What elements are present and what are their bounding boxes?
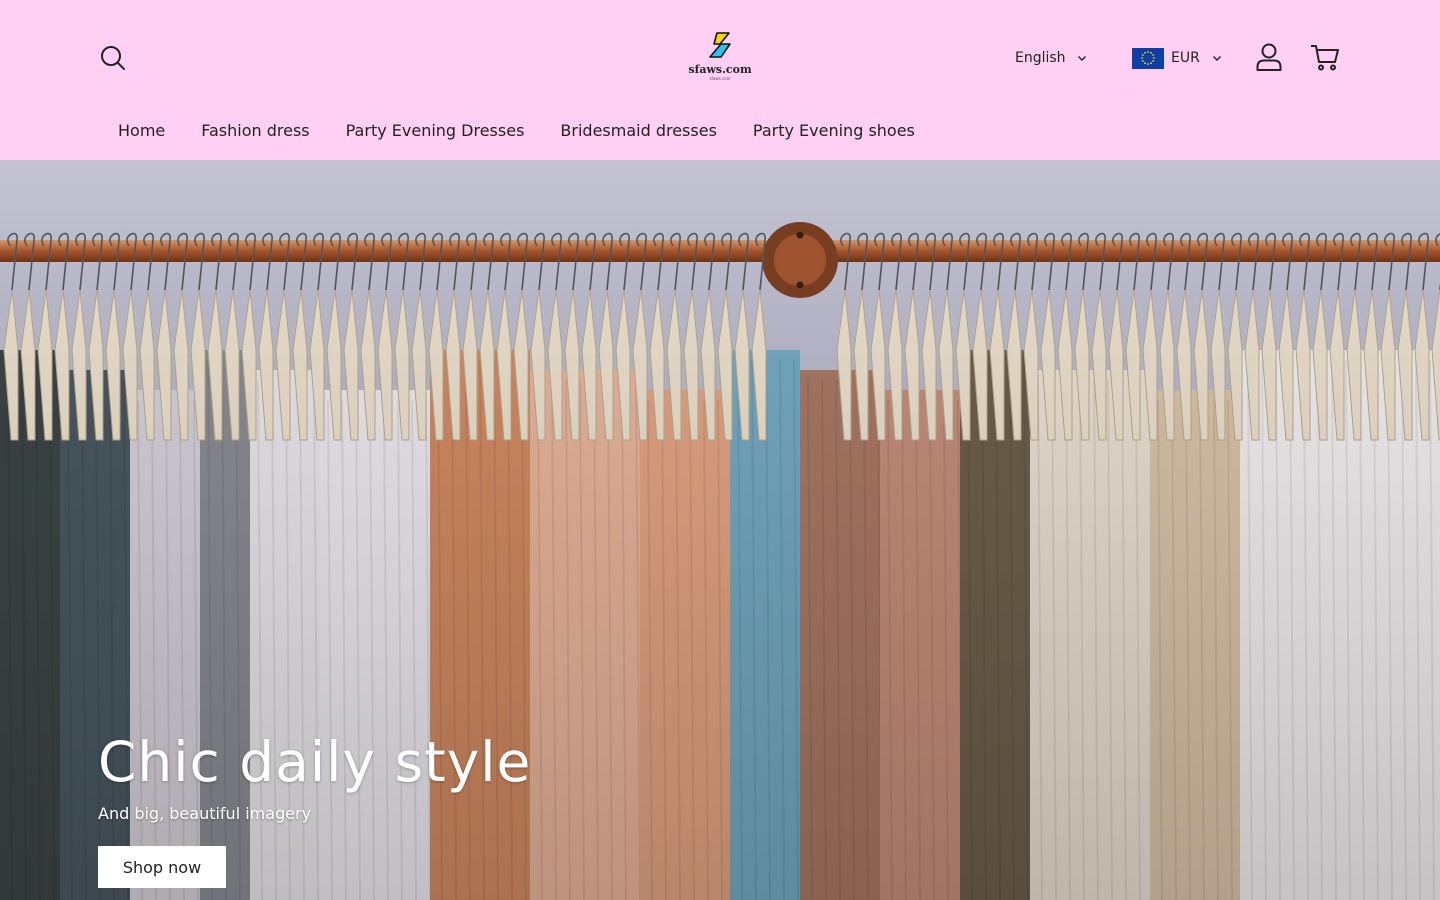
language-selector[interactable]: English xyxy=(1015,46,1088,70)
cart-button[interactable] xyxy=(1309,42,1341,72)
nav-item-party-evening-dresses[interactable]: Party Evening Dresses xyxy=(328,116,543,146)
main-nav: Home Fashion dress Party Evening Dresses… xyxy=(100,116,933,146)
logo-subtext: sfaws.com xyxy=(709,76,731,81)
search-button[interactable] xyxy=(98,43,128,73)
chevron-down-icon xyxy=(1212,56,1221,61)
chevron-down-icon xyxy=(1077,56,1086,61)
search-icon xyxy=(101,46,125,70)
nav-item-fashion-dress[interactable]: Fashion dress xyxy=(183,116,327,146)
account-icon xyxy=(1256,43,1282,71)
hero-banner: Chic daily style And big, beautiful imag… xyxy=(0,160,1440,900)
site-header: sfaws.com sfaws.com English EUR Home Fas… xyxy=(0,0,1440,160)
nav-item-home[interactable]: Home xyxy=(100,116,183,146)
logo-text: sfaws.com xyxy=(688,63,752,76)
nav-item-party-evening-shoes[interactable]: Party Evening shoes xyxy=(735,116,933,146)
shop-now-button[interactable]: Shop now xyxy=(98,846,226,888)
logo-mark-icon xyxy=(709,32,731,58)
hero-title: Chic daily style xyxy=(98,730,532,794)
currency-selector[interactable]: EUR xyxy=(1132,46,1223,70)
site-logo[interactable]: sfaws.com sfaws.com xyxy=(688,30,752,82)
language-label: English xyxy=(1015,50,1066,66)
currency-label: EUR xyxy=(1171,50,1200,66)
cart-icon xyxy=(1311,45,1339,71)
account-button[interactable] xyxy=(1254,42,1284,72)
nav-item-bridesmaid-dresses[interactable]: Bridesmaid dresses xyxy=(542,116,735,146)
hero-subtitle: And big, beautiful imagery xyxy=(98,804,312,823)
eu-flag-icon xyxy=(1132,47,1164,69)
